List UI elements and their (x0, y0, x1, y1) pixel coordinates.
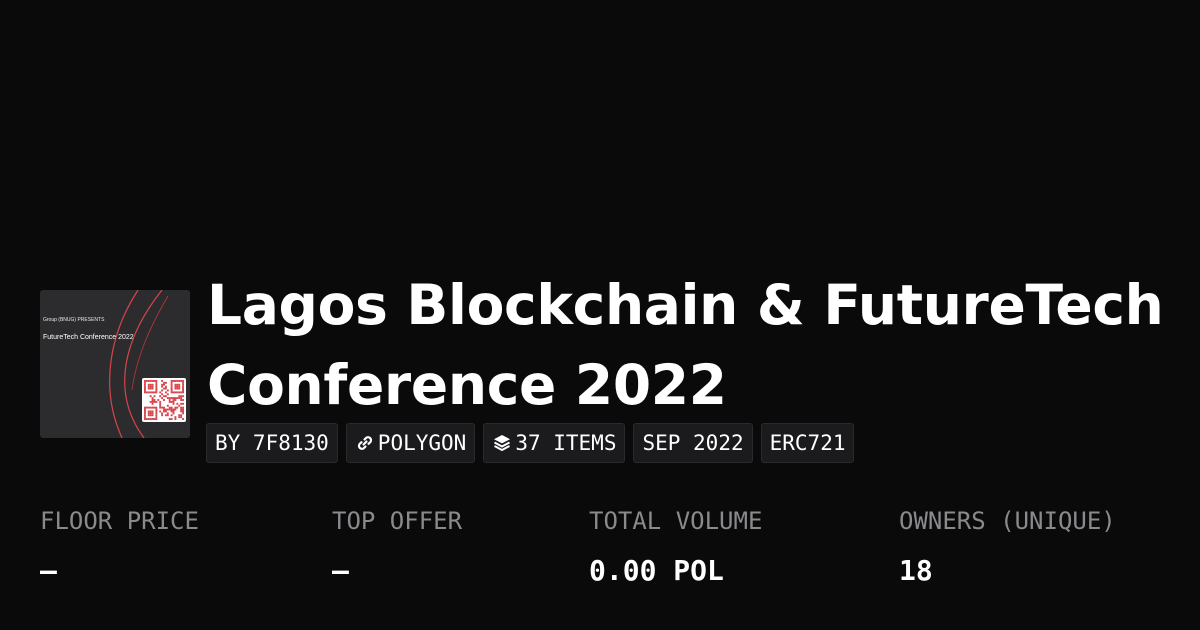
creator-chip[interactable]: BY 7F8130 (206, 423, 338, 463)
collection-thumbnail: Group (BNUG) PRESENTS FutureTech Confere… (40, 290, 190, 438)
layers-icon (492, 433, 512, 453)
stat-label: TOP OFFER (332, 507, 463, 535)
creator-label: BY 7F8130 (215, 431, 329, 455)
stat-owners: OWNERS (UNIQUE) 18 (899, 505, 1116, 587)
items-label: 37 ITEMS (515, 431, 617, 455)
stat-label: FLOOR PRICE (40, 507, 199, 535)
thumbnail-line-2: FutureTech Conference 2022 (43, 334, 134, 341)
standard-chip: ERC721 (760, 423, 855, 463)
thumbnail-line-1: Group (BNUG) PRESENTS (43, 317, 105, 323)
stat-value: 0.00 POL (589, 554, 724, 587)
stat-label: TOTAL VOLUME (589, 507, 763, 535)
date-chip: SEP 2022 (633, 423, 753, 463)
qr-code (142, 378, 186, 422)
stat-total-volume: TOTAL VOLUME 0.00 POL (589, 505, 762, 587)
chain-chip[interactable]: POLYGON (345, 423, 476, 463)
stat-value: – (40, 554, 57, 587)
stat-label: OWNERS (UNIQUE) (899, 507, 1116, 535)
standard-label: ERC721 (769, 431, 846, 455)
chain-label: POLYGON (377, 431, 467, 455)
collection-meta-chips: BY 7F8130 POLYGON 37 ITEMS SEP 2022 ERC7… (206, 423, 855, 463)
collection-stats: FLOOR PRICE – TOP OFFER – TOTAL VOLUME 0… (0, 505, 1200, 605)
stat-top-offer: TOP OFFER – (332, 505, 462, 587)
stat-floor-price: FLOOR PRICE – (40, 505, 199, 587)
items-chip[interactable]: 37 ITEMS (483, 423, 626, 463)
stat-value: – (332, 554, 349, 587)
stat-value: 18 (899, 554, 933, 587)
link-icon (355, 433, 375, 453)
date-label: SEP 2022 (642, 431, 744, 455)
collection-title: Lagos Blockchain & FutureTech Conference… (207, 273, 1164, 417)
